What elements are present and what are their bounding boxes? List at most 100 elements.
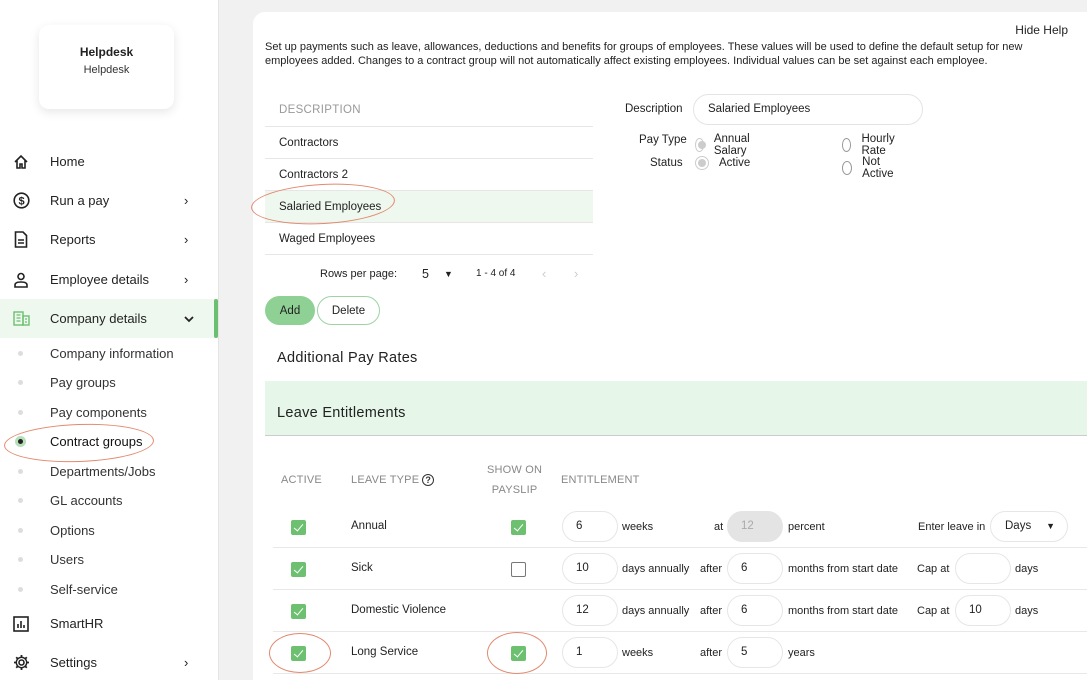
sidebar-item-company-details[interactable]: Company details: [0, 299, 218, 338]
table-row-sick: Sick 10 days annually after 6 months fro…: [273, 548, 1087, 590]
after-unit-label: months from start date: [788, 563, 899, 575]
payslip-checkbox[interactable]: [511, 646, 526, 661]
radio-not-active[interactable]: Not Active: [842, 156, 897, 180]
sidebar-subitem-users[interactable]: Users: [0, 545, 218, 574]
sidebar-subitem-label: GL accounts: [50, 493, 123, 508]
leave-type: Domestic Violence: [351, 604, 447, 616]
bullet-icon: [18, 528, 23, 533]
leave-type: Annual: [351, 520, 387, 532]
entitlement-input[interactable]: 10: [562, 553, 618, 584]
cap-input[interactable]: 10: [955, 595, 1011, 626]
sidebar-item-run-a-pay[interactable]: $ Run a pay ›: [0, 181, 218, 220]
sidebar-item-smarthr[interactable]: SmartHR: [0, 604, 218, 643]
col-header-label: LEAVE TYPE: [351, 474, 420, 486]
prev-page-button[interactable]: ‹: [542, 266, 546, 281]
radio-selected-icon: [695, 138, 706, 152]
sidebar-item-employee-details[interactable]: Employee details ›: [0, 260, 218, 299]
sidebar-subitem-departments-jobs[interactable]: Departments/Jobs: [0, 457, 218, 486]
sidebar-subitem-self-service[interactable]: Self-service: [0, 575, 218, 604]
org-card[interactable]: Helpdesk Helpdesk: [39, 25, 174, 109]
caret-down-icon: ▼: [1046, 521, 1055, 531]
radio-hourly-rate[interactable]: Hourly Rate: [842, 133, 899, 157]
caret-down-icon[interactable]: ▼: [444, 269, 453, 279]
svg-text:$: $: [18, 195, 24, 207]
chevron-right-icon: ›: [184, 193, 189, 208]
bullet-icon: [18, 469, 23, 474]
person-icon: [12, 271, 30, 289]
pagination: Rows per page: 5 ▼ 1 - 4 of 4 ‹ ›: [265, 255, 593, 295]
sidebar-subitem-options[interactable]: Options: [0, 516, 218, 545]
bullet-icon: [18, 410, 23, 415]
radio-annual-salary[interactable]: Annual Salary: [695, 133, 755, 157]
bullet-icon: [18, 557, 23, 562]
enter-leave-select[interactable]: Days ▼: [990, 511, 1068, 542]
radio-label: Hourly Rate: [861, 133, 895, 157]
sidebar-subitem-pay-groups[interactable]: Pay groups: [0, 368, 218, 397]
active-checkbox[interactable]: [291, 520, 306, 535]
sidebar-item-home[interactable]: Home: [0, 142, 218, 181]
at-label: at: [714, 521, 724, 533]
sidebar: Helpdesk Helpdesk Home $ Run a pay › Rep…: [0, 0, 219, 680]
rows-per-page-label: Rows per page:: [320, 268, 398, 280]
sidebar-item-settings[interactable]: Settings ›: [0, 643, 218, 680]
leave-entitlements-header[interactable]: Leave Entitlements: [265, 381, 1087, 436]
sidebar-subitem-contract-groups[interactable]: Contract groups: [0, 427, 218, 456]
sidebar-subitem-gl-accounts[interactable]: GL accounts: [0, 486, 218, 515]
table-row-domestic-violence: Domestic Violence 12 days annually after…: [273, 590, 1087, 632]
rows-per-page-select[interactable]: 5: [422, 267, 429, 281]
sidebar-subitem-label: Departments/Jobs: [50, 464, 156, 479]
percent-input: 12: [727, 511, 783, 542]
dollar-circle-icon: $: [12, 192, 30, 210]
after-label: after: [700, 647, 723, 659]
cap-input[interactable]: [955, 553, 1011, 584]
chevron-down-icon: [184, 312, 194, 326]
description-input[interactable]: Salaried Employees: [693, 94, 923, 125]
list-item[interactable]: Contractors: [265, 127, 593, 159]
entitlement-input[interactable]: 1: [562, 637, 618, 668]
help-circle-icon[interactable]: ?: [422, 474, 435, 487]
hide-help-link[interactable]: Hide Help: [1015, 23, 1068, 37]
after-input[interactable]: 6: [727, 595, 783, 626]
list-header: DESCRIPTION: [265, 97, 593, 127]
active-checkbox[interactable]: [291, 604, 306, 619]
radio-label: Not Active: [862, 156, 894, 180]
active-checkbox[interactable]: [291, 562, 306, 577]
active-checkbox[interactable]: [291, 646, 306, 661]
sidebar-subitem-label: Self-service: [50, 582, 118, 597]
chevron-right-icon: ›: [184, 655, 189, 670]
entitlement-input[interactable]: 6: [562, 511, 618, 542]
org-subtitle: Helpdesk: [83, 64, 130, 76]
radio-active[interactable]: Active: [695, 156, 750, 170]
table-row-annual: Annual 6 weeks at 12 percent Enter leave…: [273, 506, 1087, 548]
sidebar-subitem-company-information[interactable]: Company information: [0, 339, 218, 368]
sidebar-subitem-label: Pay groups: [50, 375, 116, 390]
bullet-icon: [18, 380, 23, 385]
delete-button[interactable]: Delete: [317, 296, 380, 325]
col-header-active: ACTIVE: [281, 474, 322, 486]
sidebar-subitem-label: Users: [50, 552, 84, 567]
sidebar-item-label: Company details: [50, 311, 147, 326]
list-item[interactable]: Contractors 2: [265, 159, 593, 191]
sidebar-item-label: Settings: [50, 655, 97, 670]
next-page-button[interactable]: ›: [574, 266, 578, 281]
sidebar-item-reports[interactable]: Reports ›: [0, 220, 218, 259]
add-button[interactable]: Add: [265, 296, 315, 325]
leave-entitlements-title: Leave Entitlements: [277, 405, 406, 421]
additional-pay-rates-title[interactable]: Additional Pay Rates: [277, 350, 418, 366]
sidebar-subitem-pay-components[interactable]: Pay components: [0, 398, 218, 427]
col-header-leave-type: LEAVE TYPE?: [351, 470, 435, 490]
list-item-selected[interactable]: Salaried Employees: [265, 191, 593, 223]
chevron-right-icon: ›: [184, 232, 189, 247]
radio-label: Active: [719, 157, 751, 169]
building-icon: [12, 310, 30, 328]
after-input[interactable]: 5: [727, 637, 783, 668]
sidebar-item-label: SmartHR: [50, 616, 104, 631]
bar-chart-icon: [12, 615, 30, 633]
list-item[interactable]: Waged Employees: [265, 223, 593, 255]
payslip-checkbox[interactable]: [511, 520, 526, 535]
payslip-checkbox[interactable]: [511, 562, 526, 577]
after-unit-label: years: [788, 647, 815, 659]
after-input[interactable]: 6: [727, 553, 783, 584]
entitlement-input[interactable]: 12: [562, 595, 618, 626]
home-icon: [12, 153, 30, 171]
